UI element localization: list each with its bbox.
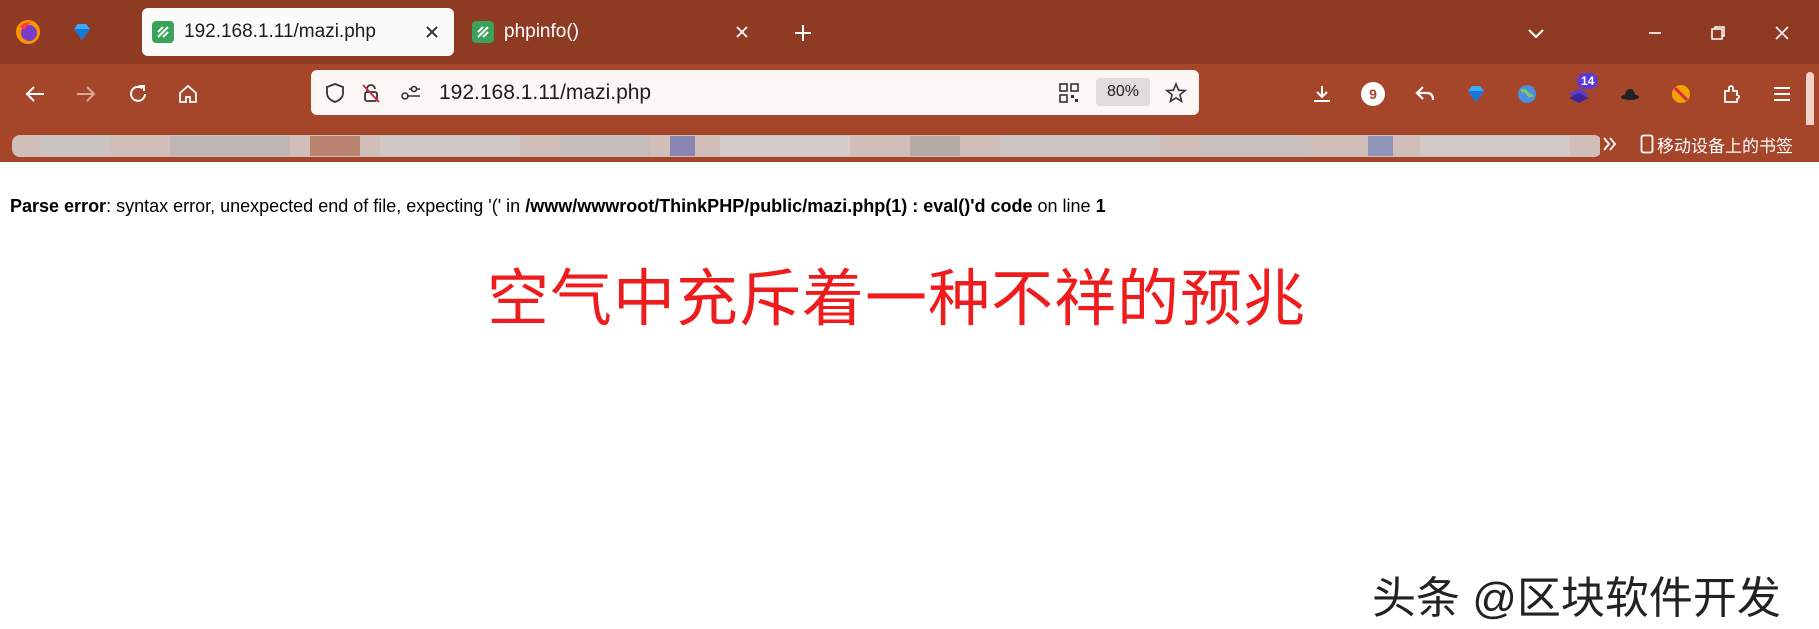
tab-mazi[interactable]: 192.168.1.11/mazi.php [142, 8, 454, 56]
site-favicon-icon [472, 21, 494, 43]
error-line-number: 1 [1095, 196, 1106, 216]
close-tab-icon[interactable] [730, 20, 754, 44]
tab-bar: 192.168.1.11/mazi.php phpinfo() [0, 0, 1819, 64]
restore-icon[interactable] [1705, 20, 1731, 46]
downloads-icon[interactable] [1307, 79, 1337, 109]
globe-extension-icon[interactable] [1512, 79, 1542, 109]
blocker-extension-icon[interactable] [1666, 79, 1696, 109]
mobile-device-icon [1640, 134, 1654, 154]
menu-hamburger-icon[interactable] [1767, 79, 1797, 109]
tracking-protection-shield-icon[interactable] [321, 79, 349, 107]
qr-code-icon[interactable] [1055, 79, 1083, 107]
home-icon[interactable] [173, 79, 203, 109]
php-parse-error: Parse error: syntax error, unexpected en… [10, 196, 1106, 217]
bookmarks-toolbar: 移动设备上的书签 [0, 125, 1819, 162]
error-on-line: on line [1032, 196, 1096, 216]
minimize-icon[interactable] [1642, 20, 1668, 46]
error-path: /www/wwwroot/ThinkPHP/public/mazi.php(1)… [525, 196, 1033, 216]
firefox-icon[interactable] [12, 16, 44, 48]
error-message: : syntax error, unexpected end of file, … [106, 196, 526, 216]
back-arrow-icon[interactable] [20, 79, 50, 109]
watermark: 头条 @区块软件开发 [1372, 574, 1781, 623]
new-tab-plus-icon[interactable] [790, 20, 816, 46]
reply-arrow-icon[interactable] [1410, 79, 1440, 109]
zoom-level-button[interactable]: 80% [1096, 78, 1150, 106]
reload-icon[interactable] [123, 79, 153, 109]
extension-count-badge: 14 [1577, 73, 1599, 89]
url-text[interactable]: 192.168.1.11/mazi.php [439, 81, 651, 105]
hat-extension-icon[interactable] [1615, 79, 1645, 109]
more-bookmarks-chevron-icon[interactable] [1597, 131, 1623, 157]
address-bar[interactable]: 192.168.1.11/mazi.php 80% [311, 70, 1199, 115]
gem-extension-icon[interactable] [1461, 79, 1491, 109]
tab-phpinfo[interactable]: phpinfo() [462, 8, 774, 56]
bookmark-star-icon[interactable] [1162, 79, 1190, 107]
extensions-puzzle-icon[interactable] [1717, 79, 1747, 109]
notifications-badge-icon[interactable]: 9 [1359, 80, 1387, 108]
notification-count: 9 [1361, 82, 1385, 106]
url-host: 192.168.1.11 [439, 81, 561, 104]
blurred-bookmarks [12, 135, 1600, 157]
mobile-bookmarks-label: 移动设备上的书签 [1657, 136, 1793, 156]
forward-arrow-icon[interactable] [71, 79, 101, 109]
site-permissions-icon[interactable] [397, 79, 425, 107]
error-label: Parse error [10, 196, 107, 216]
gem-extension-icon[interactable] [66, 16, 98, 48]
page-content: Parse error: syntax error, unexpected en… [0, 162, 1819, 629]
close-window-icon[interactable] [1769, 20, 1795, 46]
layers-extension-icon[interactable]: 14 [1563, 73, 1599, 109]
site-favicon-icon [152, 21, 174, 43]
url-path: /mazi.php [560, 81, 652, 104]
list-all-tabs-chevron-icon[interactable] [1523, 20, 1549, 46]
insecure-lock-icon[interactable] [357, 79, 385, 107]
close-tab-icon[interactable] [420, 20, 444, 44]
browser-window: 192.168.1.11/mazi.php phpinfo() 192.168.… [0, 0, 1819, 629]
tab-label: phpinfo() [504, 21, 579, 42]
tab-label: 192.168.1.11/mazi.php [184, 21, 376, 42]
headline: 空气中充斥着一种不祥的预兆 [487, 265, 1307, 334]
mobile-bookmarks-folder[interactable]: 移动设备上的书签 [1640, 132, 1793, 156]
